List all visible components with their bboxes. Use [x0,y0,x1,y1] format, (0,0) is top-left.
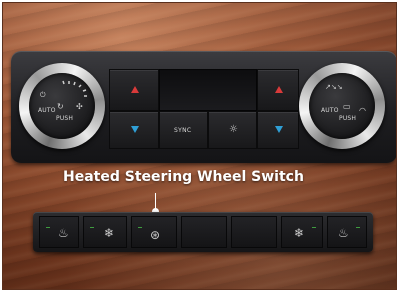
wood-trim-panel: ⏻ AUTO ↻ PUSH ✣ ↗↘↘ AUTO ▭ PUSH ◠ SYNC ☼… [2,2,397,290]
indicator-led [356,227,360,228]
climate-control-console: ⏻ AUTO ↻ PUSH ✣ ↗↘↘ AUTO ▭ PUSH ◠ SYNC ☼ [11,51,396,163]
temp-up-arrow-icon [275,86,283,93]
temp-down-arrow-icon [275,126,283,133]
left-temp-up-button[interactable] [109,69,159,111]
sync-label: SYNC [174,127,192,134]
right-climate-knob[interactable]: ↗↘↘ AUTO ▭ PUSH ◠ [299,63,385,149]
right-temp-up-button[interactable] [257,69,299,111]
recirculation-icon: ↻ [57,102,64,111]
left-climate-knob[interactable]: ⏻ AUTO ↻ PUSH ✣ [19,63,105,149]
left-auto-label: AUTO [38,107,56,114]
left-push-label: PUSH [56,115,74,122]
passenger-cooled-seat-button[interactable]: ❄ [281,216,323,248]
heated-seat-icon: ♨ [58,226,69,240]
windshield-icon: ▭ [343,102,351,111]
fan-speed-ticks [62,80,87,97]
indicator-led [90,227,94,228]
cooled-seat-icon: ❄ [294,226,305,240]
right-knob-face: ↗↘↘ AUTO ▭ PUSH ◠ [309,73,375,139]
heated-steering-wheel-icon: ⊛ [150,228,161,242]
power-icon: ⏻ [40,91,46,99]
indicator-led [312,227,316,228]
indicator-led [46,227,50,228]
left-knob-face: ⏻ AUTO ↻ PUSH ✣ [29,73,95,139]
heated-seat-icon: ♨ [338,226,349,240]
seat-switch-bar: ♨ ❄ ⊛ ❄ ♨ [33,212,373,252]
right-push-label: PUSH [339,115,357,122]
temp-down-arrow-icon [131,126,139,133]
sync-button[interactable]: SYNC [159,111,208,149]
blank-switch[interactable] [231,216,277,248]
right-temp-down-button[interactable] [257,111,299,149]
temp-up-arrow-icon [131,86,139,93]
fan-icon: ✣ [76,102,83,111]
rear-defrost-button[interactable]: ☼ [208,111,257,149]
left-temp-down-button[interactable] [109,111,159,149]
heated-steering-wheel-button[interactable]: ⊛ [131,216,177,248]
sun-defrost-icon: ☼ [229,124,238,135]
cooled-seat-icon: ❄ [104,226,115,240]
blank-switch[interactable] [181,216,227,248]
defrost-icon: ◠ [359,106,366,115]
driver-heated-seat-button[interactable]: ♨ [39,216,79,248]
indicator-led [138,227,142,228]
airflow-mode-icons: ↗↘↘ [325,83,343,91]
right-auto-label: AUTO [321,107,339,114]
passenger-heated-seat-button[interactable]: ♨ [327,216,367,248]
driver-cooled-seat-button[interactable]: ❄ [83,216,127,248]
caption-heated-steering-wheel: Heated Steering Wheel Switch [63,169,304,185]
climate-display [159,69,257,111]
